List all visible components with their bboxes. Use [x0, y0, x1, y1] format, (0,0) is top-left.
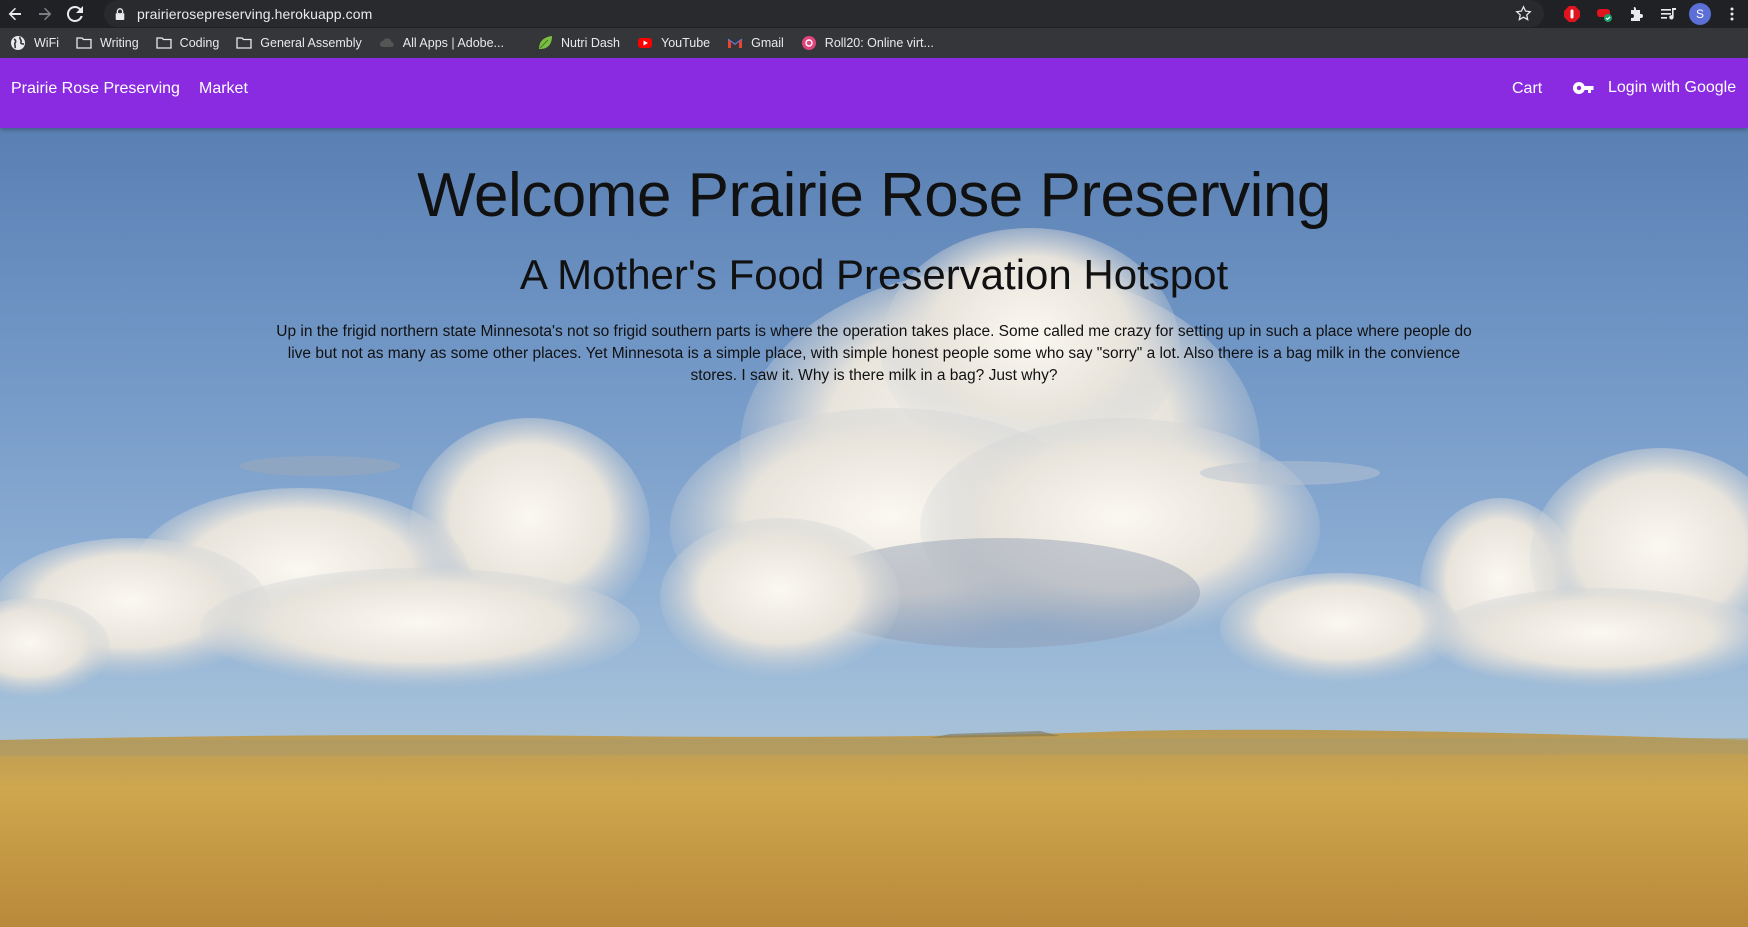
bookmark-gmail[interactable]: Gmail: [727, 35, 784, 51]
folder-icon: [76, 35, 92, 51]
profile-avatar[interactable]: S: [1684, 0, 1716, 28]
grammar-extension-icon[interactable]: [1588, 0, 1620, 28]
bookmark-wifi[interactable]: WiFi: [10, 35, 59, 51]
bookmark-label: Coding: [179, 36, 220, 50]
kebab-menu-icon: [1730, 7, 1734, 21]
bookmark-star-icon[interactable]: [1515, 5, 1532, 22]
folder-icon: [156, 35, 172, 51]
browser-menu-button[interactable]: [1716, 0, 1748, 28]
address-bar[interactable]: prairierosepreserving.herokuapp.com: [104, 0, 1544, 27]
hero-content: Welcome Prairie Rose Preserving A Mother…: [0, 128, 1748, 387]
leaf-icon: [537, 35, 553, 51]
roll20-icon: [801, 35, 817, 51]
youtube-icon: [637, 35, 653, 51]
globe-icon: [10, 35, 26, 51]
bookmark-coding[interactable]: Coding: [156, 35, 220, 51]
intro-paragraph: Up in the frigid northern state Minnesot…: [276, 323, 1472, 384]
page-subtitle: A Mother's Food Preservation Hotspot: [519, 251, 1229, 298]
nav-cart-link[interactable]: Cart: [1512, 80, 1542, 98]
login-with-google-link[interactable]: Login with Google: [1572, 76, 1736, 100]
login-label: Login with Google: [1608, 79, 1737, 96]
brand-link[interactable]: Prairie Rose Preserving: [11, 80, 180, 98]
bookmarks-bar: WiFi Writing Coding General Assembly All…: [0, 28, 1748, 58]
adblock-extension-icon[interactable]: [1556, 0, 1588, 28]
bookmark-label: Nutri Dash: [560, 36, 621, 50]
nav-market-link[interactable]: Market: [199, 80, 248, 98]
browser-toolbar: prairierosepreserving.herokuapp.com S: [0, 0, 1748, 28]
media-playlist-icon[interactable]: [1652, 0, 1684, 28]
gmail-icon: [727, 35, 743, 51]
web-page: Prairie Rose Preserving Market Cart Logi…: [0, 58, 1748, 927]
folder-icon: [236, 35, 252, 51]
bookmark-nutri-dash[interactable]: Nutri Dash: [537, 35, 620, 51]
site-navbar: Prairie Rose Preserving Market Cart Logi…: [0, 58, 1748, 128]
reload-button[interactable]: [60, 0, 90, 28]
bookmark-label: General Assembly: [260, 36, 362, 50]
url-text: prairierosepreserving.herokuapp.com: [137, 5, 373, 22]
key-icon: [1572, 76, 1596, 100]
extensions-area: S: [1556, 0, 1748, 28]
forward-arrow-icon: [39, 7, 52, 21]
bookmark-youtube[interactable]: YouTube: [637, 35, 710, 51]
adobe-cloud-icon: [379, 35, 395, 51]
back-button[interactable]: [0, 0, 30, 28]
bookmark-label: All Apps | Adobe...: [402, 36, 504, 50]
lock-icon: [114, 7, 128, 21]
bookmark-label: Roll20: Online virt...: [824, 36, 934, 50]
bookmark-roll20[interactable]: Roll20: Online virt...: [801, 35, 934, 51]
page-title: Welcome Prairie Rose Preserving: [417, 161, 1331, 230]
bookmark-general-assembly[interactable]: General Assembly: [236, 35, 362, 51]
reload-icon: [67, 6, 83, 22]
avatar: S: [1689, 3, 1711, 25]
bookmark-label: YouTube: [661, 36, 711, 50]
bookmark-label: Writing: [100, 36, 139, 50]
forward-button[interactable]: [30, 0, 60, 28]
bookmark-adobe[interactable]: All Apps | Adobe...: [379, 35, 504, 51]
bookmark-writing[interactable]: Writing: [76, 35, 139, 51]
puzzle-extensions-icon[interactable]: [1620, 0, 1652, 28]
bookmark-label: Gmail: [751, 36, 784, 50]
back-arrow-icon: [8, 7, 21, 21]
bookmark-label: WiFi: [34, 36, 59, 50]
